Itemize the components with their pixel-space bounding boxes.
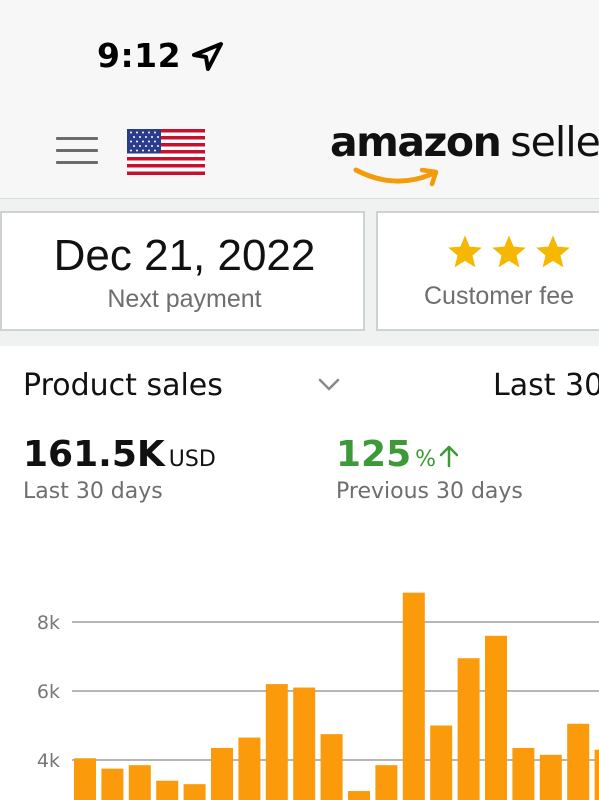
sales-bar[interactable] <box>539 754 562 800</box>
sales-bar[interactable] <box>594 749 599 800</box>
us-flag-icon[interactable] <box>127 129 205 175</box>
y-tick-label: 8k <box>37 612 60 634</box>
sales-change-caption: Previous 30 days <box>336 479 523 504</box>
chevron-down-icon[interactable] <box>317 377 341 393</box>
customer-feedback-card[interactable]: Customer fee <box>376 211 599 331</box>
sales-bar[interactable] <box>430 725 453 800</box>
sales-bar[interactable] <box>375 765 398 800</box>
sales-bar[interactable] <box>128 765 151 800</box>
sales-bar[interactable] <box>293 687 316 800</box>
y-tick-label: 4k <box>37 750 60 772</box>
status-bar: 9:12 <box>0 0 599 112</box>
app-header: amazonseller <box>0 112 599 199</box>
sales-bar[interactable] <box>402 592 425 800</box>
location-arrow-icon <box>192 42 223 71</box>
sales-change-value: 125 <box>336 434 412 475</box>
feedback-stars <box>446 233 578 276</box>
sales-bar-chart: 8k 6k 4k <box>37 592 599 800</box>
star-icon <box>448 235 482 268</box>
hamburger-menu-icon[interactable] <box>56 137 98 165</box>
product-sales-section: 8k 6k 4k Product sales Last 30 161.5K USD L… <box>0 346 599 800</box>
sales-bar[interactable] <box>74 758 96 800</box>
sales-bar[interactable] <box>320 734 343 800</box>
logo-sub: seller <box>510 118 599 166</box>
y-tick-label: 6k <box>37 681 60 703</box>
sales-bar[interactable] <box>348 791 370 800</box>
sales-total: 161.5K USD <box>23 434 216 475</box>
logo-brand: amazon <box>330 118 502 166</box>
arrow-up-icon <box>439 445 459 468</box>
sales-total-value: 161.5K <box>23 434 165 475</box>
sales-bar[interactable] <box>512 747 535 800</box>
star-icon <box>492 235 526 268</box>
next-payment-label: Next payment <box>107 285 262 313</box>
sales-bar[interactable] <box>265 684 288 800</box>
sales-metric-title: Product sales <box>23 368 223 403</box>
sales-bar[interactable] <box>567 723 590 800</box>
sales-bar[interactable] <box>183 784 206 800</box>
next-payment-card[interactable]: Dec 21, 2022 Next payment <box>0 211 365 331</box>
sales-bar[interactable] <box>156 780 179 800</box>
customer-feedback-label: Customer fee <box>424 282 575 310</box>
next-payment-date: Dec 21, 2022 <box>53 231 316 280</box>
sales-bar[interactable] <box>101 768 124 800</box>
sales-total-caption: Last 30 days <box>23 479 163 504</box>
sales-change-unit: % <box>415 447 437 472</box>
amazon-smile-icon <box>353 167 439 187</box>
sales-bar[interactable] <box>238 737 261 800</box>
status-time: 9:12 <box>97 36 182 75</box>
summary-cards: Dec 21, 2022 Next payment Customer fee <box>0 199 599 346</box>
sales-bar[interactable] <box>211 747 233 800</box>
period-selector[interactable]: Last 30 <box>493 368 599 403</box>
amazon-seller-logo: amazonseller <box>330 118 599 188</box>
sales-change: 125% <box>336 434 460 475</box>
sales-bar[interactable] <box>485 635 507 800</box>
star-icon <box>536 235 570 268</box>
sales-bar[interactable] <box>457 658 480 800</box>
sales-total-unit: USD <box>168 447 216 472</box>
